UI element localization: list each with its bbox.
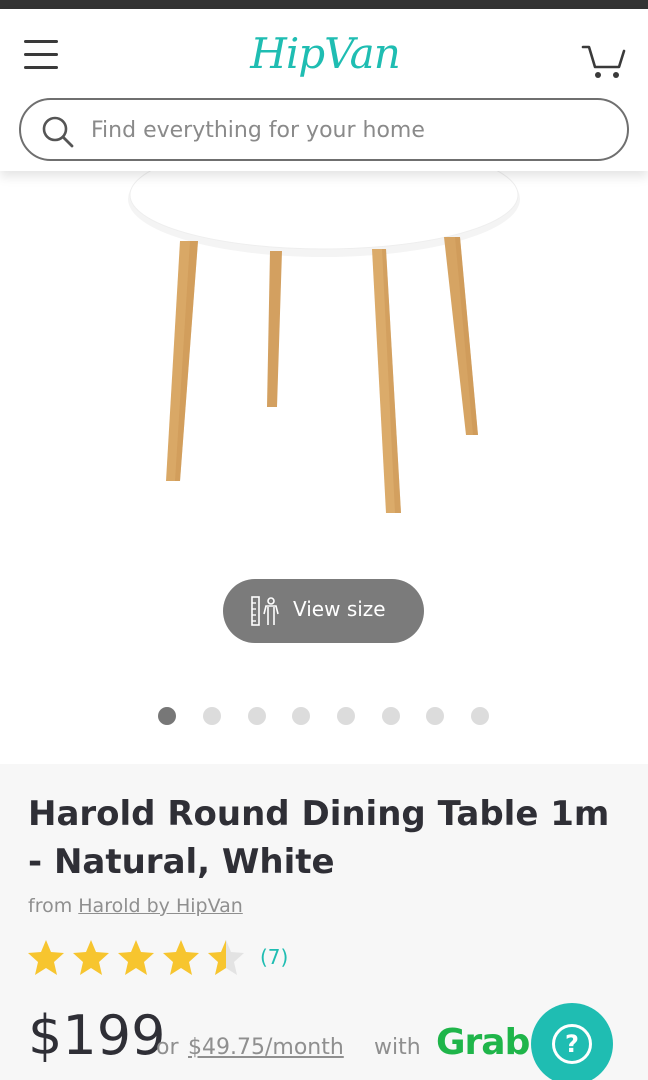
star-full-icon bbox=[73, 940, 109, 975]
gallery-dot[interactable] bbox=[203, 707, 221, 725]
product-image-gallery[interactable]: View size bbox=[0, 171, 648, 764]
star-full-icon bbox=[118, 940, 154, 975]
brand-line: from Harold by HipVan bbox=[28, 895, 243, 917]
shopping-cart-icon[interactable] bbox=[580, 39, 628, 81]
grab-logo: Grab bbox=[436, 1022, 530, 1063]
gallery-dot[interactable] bbox=[292, 707, 310, 725]
gallery-dot[interactable] bbox=[471, 707, 489, 725]
gallery-dot[interactable] bbox=[158, 707, 176, 725]
star-rating[interactable] bbox=[26, 938, 256, 978]
search-input[interactable] bbox=[91, 108, 611, 152]
gallery-dot[interactable] bbox=[426, 707, 444, 725]
review-count[interactable]: (7) bbox=[260, 945, 288, 969]
product-image bbox=[128, 171, 520, 513]
ruler-person-icon bbox=[249, 594, 283, 628]
gallery-dot[interactable] bbox=[382, 707, 400, 725]
search-bar[interactable] bbox=[19, 98, 629, 161]
from-prefix: from bbox=[28, 895, 73, 917]
view-size-label: View size bbox=[293, 597, 386, 621]
gallery-dot[interactable] bbox=[337, 707, 355, 725]
view-size-button[interactable]: View size bbox=[223, 579, 424, 643]
gallery-pagination bbox=[0, 707, 648, 727]
star-half-icon bbox=[208, 940, 244, 975]
installment-or-text: or bbox=[156, 1035, 179, 1060]
hamburger-menu-icon[interactable] bbox=[22, 37, 60, 71]
help-label: ? bbox=[565, 1030, 579, 1058]
brand-link[interactable]: Harold by HipVan bbox=[78, 895, 243, 917]
star-full-icon bbox=[28, 940, 64, 975]
site-header: HipVan bbox=[0, 9, 648, 171]
product-price: $199 bbox=[28, 1004, 166, 1067]
hipvan-logo[interactable]: HipVan bbox=[245, 19, 405, 89]
help-button[interactable]: ? bbox=[531, 1003, 613, 1080]
star-full-icon bbox=[163, 940, 199, 975]
search-icon bbox=[41, 115, 75, 149]
product-title: Harold Round Dining Table 1m - Natural, … bbox=[28, 794, 610, 882]
status-bar bbox=[0, 0, 648, 9]
monthly-installment-link[interactable]: $49.75/month bbox=[188, 1035, 344, 1060]
gallery-dot[interactable] bbox=[248, 707, 266, 725]
installment-with-text: with bbox=[374, 1035, 421, 1060]
